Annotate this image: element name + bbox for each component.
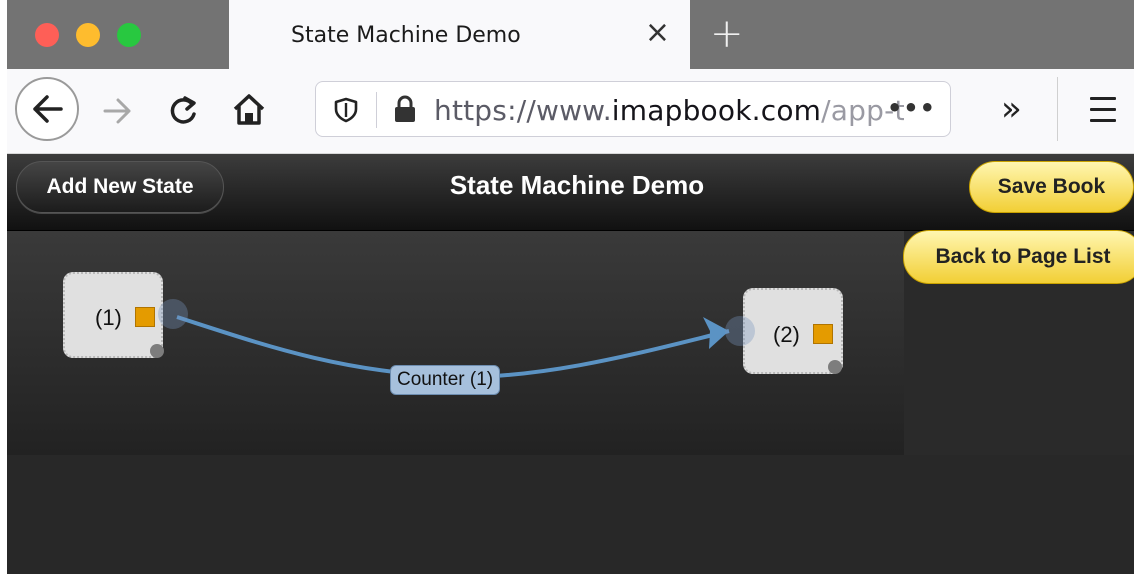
state-node-label: (1) — [95, 305, 122, 330]
close-window-button[interactable] — [35, 23, 59, 47]
lock-icon[interactable] — [392, 94, 418, 124]
page-actions-icon[interactable]: ••• — [887, 94, 936, 122]
back-to-page-list-button[interactable]: Back to Page List — [903, 230, 1134, 284]
app-header: Add New State State Machine Demo Save Bo… — [7, 154, 1134, 231]
page-title: State Machine Demo — [449, 170, 705, 200]
forward-arrow-icon[interactable] — [97, 91, 137, 131]
url-domain: imapbook.com — [611, 94, 822, 127]
state-resize-handle[interactable] — [150, 344, 164, 358]
app-area: Add New State State Machine Demo Save Bo… — [7, 154, 1134, 574]
maximize-window-button[interactable] — [117, 23, 141, 47]
state-resize-handle[interactable] — [828, 360, 842, 374]
url-text[interactable]: https://www.imapbook.com/app-te — [434, 94, 904, 127]
url-separator — [376, 92, 377, 128]
browser-window: State Machine Demo × + https://www.imapb… — [7, 0, 1134, 574]
state-node-1[interactable]: (1) — [63, 272, 164, 358]
state-node-2[interactable]: (2) — [743, 288, 843, 374]
canvas-footer-area — [7, 455, 1134, 574]
home-icon[interactable] — [229, 90, 269, 130]
url-prefix: https://www. — [434, 94, 612, 127]
back-button[interactable] — [15, 77, 79, 141]
url-bar[interactable]: https://www.imapbook.com/app-te ••• — [315, 81, 951, 137]
tab-title: State Machine Demo — [291, 23, 521, 48]
state-machine-canvas[interactable]: (1) (2) Counter (1) — [7, 231, 904, 455]
edge-source-endpoint[interactable] — [158, 299, 188, 329]
tab-state-machine-demo[interactable]: State Machine Demo × — [229, 0, 690, 69]
edge-label[interactable]: Counter (1) — [390, 365, 501, 395]
save-book-button[interactable]: Save Book — [969, 161, 1134, 213]
hamburger-menu-icon[interactable] — [1090, 97, 1116, 130]
navigation-toolbar: https://www.imapbook.com/app-te ••• » — [7, 69, 1134, 154]
state-connect-handle[interactable] — [135, 307, 155, 327]
reload-icon[interactable] — [163, 90, 203, 130]
state-connect-handle[interactable] — [813, 324, 833, 344]
edge-target-endpoint[interactable] — [725, 316, 755, 346]
toolbar-separator — [1057, 77, 1058, 141]
tracking-protection-shield-icon[interactable] — [332, 96, 360, 124]
tab-strip: State Machine Demo × + — [7, 0, 1134, 69]
tab-close-icon[interactable]: × — [645, 15, 670, 51]
new-tab-icon[interactable]: + — [710, 14, 744, 54]
add-new-state-button[interactable]: Add New State — [16, 161, 224, 213]
state-node-label: (2) — [773, 322, 800, 347]
overflow-chevron-icon[interactable]: » — [1001, 91, 1022, 127]
minimize-window-button[interactable] — [76, 23, 100, 47]
back-arrow-icon — [33, 95, 63, 123]
